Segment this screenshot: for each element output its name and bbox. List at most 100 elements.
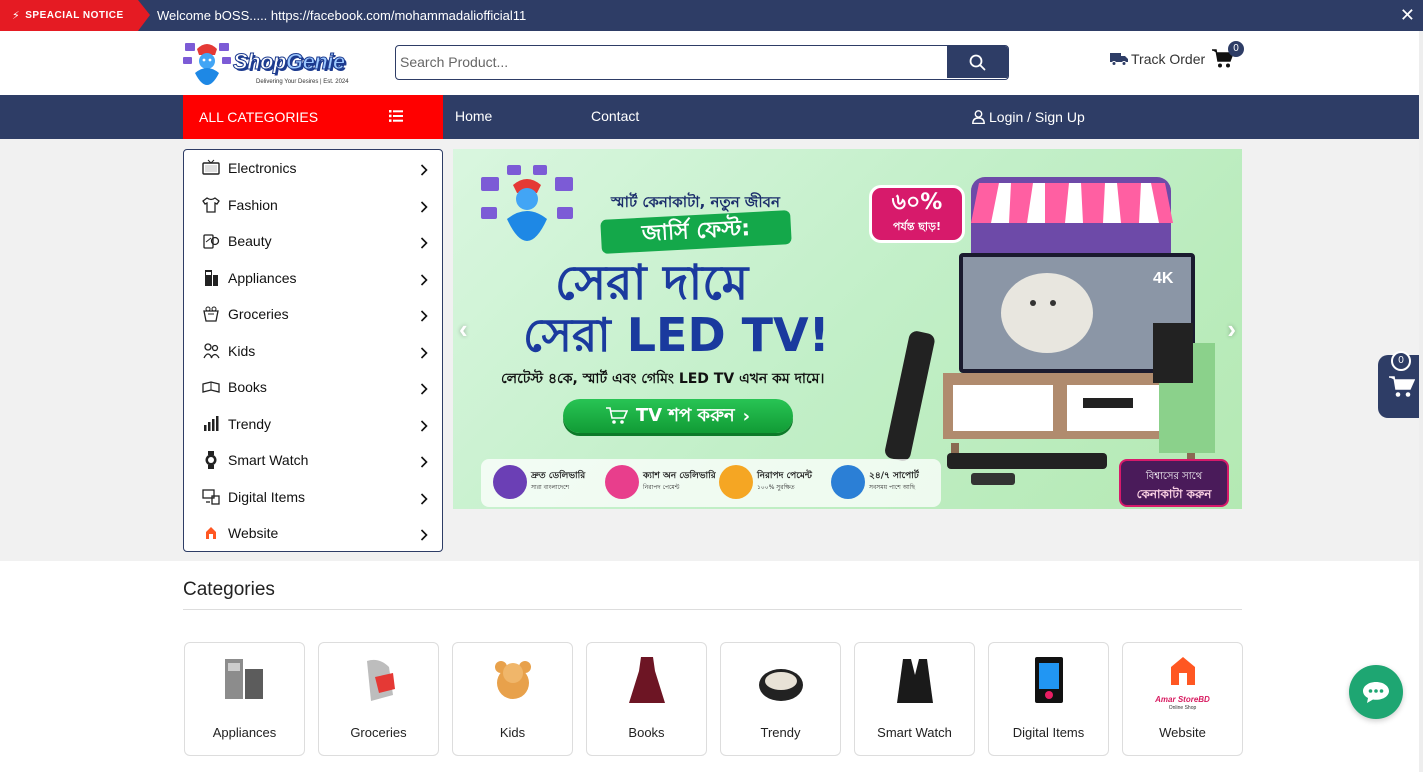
category-image [897, 659, 933, 703]
sidebar-item-kids[interactable]: Kids [184, 333, 442, 369]
sidebar-item-groceries[interactable]: Groceries [184, 296, 442, 332]
chevron-right-icon [420, 456, 428, 468]
truck-icon [1110, 53, 1128, 66]
website-logo-text: Amar StoreBD [1155, 695, 1210, 704]
nav-contact[interactable]: Contact [591, 95, 639, 139]
chevron-right-icon [420, 383, 428, 395]
feature-sub: ১০০% সুরক্ষিত [757, 484, 795, 491]
main-nav: ALL CATEGORIES Home Contact Login / Sign… [0, 95, 1423, 139]
sidebar-item-smart-watch[interactable]: Smart Watch [184, 442, 442, 478]
category-card-digital-items[interactable]: Digital Items [988, 642, 1109, 756]
category-image [759, 669, 803, 701]
sidebar-item-label: Groceries [228, 306, 289, 322]
trust-line-2: কেনাকাটা করুন [1136, 487, 1212, 501]
chevron-right-icon [420, 237, 428, 249]
category-card-label: Kids [499, 725, 526, 740]
header-cart-button[interactable]: 0 [1212, 41, 1246, 75]
close-icon[interactable]: ✕ [1400, 0, 1415, 31]
floating-cart-count: 0 [1391, 351, 1411, 371]
sidebar-item-books[interactable]: Books [184, 369, 442, 405]
sidebar-item-label: Fashion [228, 196, 278, 213]
tv-icon [202, 159, 220, 175]
beauty-icon [203, 234, 220, 249]
chat-button[interactable] [1349, 665, 1403, 719]
sidebar-item-label: Books [228, 379, 267, 395]
sidebar-item-label: Trendy [228, 415, 272, 432]
chevron-right-icon [420, 529, 428, 541]
sidebar-item-label: Appliances [228, 269, 297, 286]
category-image [367, 659, 395, 701]
category-card-appliances[interactable]: Appliances [184, 642, 305, 756]
sidebar-item-website[interactable]: Website [184, 515, 442, 551]
sidebar-item-label: Smart Watch [228, 452, 309, 468]
floating-cart-button[interactable]: 0 [1378, 351, 1423, 418]
search-icon [969, 54, 986, 70]
search-input[interactable] [396, 46, 948, 78]
sidebar-item-appliances[interactable]: Appliances [184, 260, 442, 296]
banner-next-arrow[interactable]: › [1227, 314, 1236, 345]
sidebar-item-label: Beauty [228, 233, 272, 249]
feature-sub: সবসময় পাশে আছি [869, 484, 916, 491]
cart-icon [605, 407, 628, 424]
chevron-right-icon [420, 492, 428, 505]
feature-title: দ্রুত ডেলিভারি [531, 471, 586, 481]
chevron-right-icon: › [742, 405, 751, 427]
sidebar-item-label: Kids [228, 342, 256, 359]
logo-tagline: Delivering Your Desires | Est. 2024 [256, 79, 349, 85]
category-card-website[interactable]: Amar StoreBD Online Shop Website [1122, 642, 1243, 756]
bolt-icon: ⚡ [12, 10, 21, 22]
banner-shop-tv-button[interactable]: TV শপ করুন › [563, 399, 793, 433]
sidebar-item-beauty[interactable]: Beauty [184, 223, 442, 259]
category-card-label: Smart Watch [877, 725, 952, 740]
sidebar-item-electronics[interactable]: Electronics [184, 150, 442, 186]
shopgenie-logo[interactable]: ShopGenie Delivering Your Desires | Est.… [183, 37, 363, 89]
nav-home[interactable]: Home [455, 95, 492, 139]
sidebar-item-label: Website [228, 525, 279, 541]
tv-4k-label: 4K [1153, 270, 1174, 287]
feature-icon [831, 465, 865, 499]
banner-prev-arrow[interactable]: ‹ [459, 314, 468, 345]
track-order-link[interactable]: Track Order [1110, 51, 1205, 67]
category-card-books[interactable]: Books [586, 642, 707, 756]
category-card-kids[interactable]: Kids [452, 642, 573, 756]
banner-feature: নিরাপদ পেমেন্ট ১০০% সুরক্ষিত [719, 465, 812, 499]
category-card-groceries[interactable]: Groceries [318, 642, 439, 756]
all-categories-button[interactable]: ALL CATEGORIES [183, 95, 443, 139]
watch-icon [205, 451, 217, 469]
feature-icon [719, 465, 753, 499]
sidebar-item-digital-items[interactable]: Digital Items [184, 479, 442, 515]
logo-brand: ShopGenie [233, 49, 346, 75]
banner-feature: দ্রুত ডেলিভারি সারা বাংলাদেশে [493, 465, 585, 499]
all-categories-label: ALL CATEGORIES [199, 109, 319, 125]
chevron-right-icon [420, 164, 428, 176]
site-header: ShopGenie Delivering Your Desires | Est.… [0, 31, 1423, 95]
kids-icon [203, 342, 220, 358]
banner-title-2: সেরা LED TV! [523, 308, 830, 362]
list-menu-icon [389, 110, 403, 122]
digital-icon [202, 488, 220, 505]
appliance-icon [205, 269, 218, 286]
feature-icon [493, 465, 527, 499]
category-card-smart-watch[interactable]: Smart Watch [854, 642, 975, 756]
track-order-label: Track Order [1131, 51, 1206, 67]
books-icon [202, 381, 220, 393]
category-image [495, 661, 531, 699]
sidebar-item-trendy[interactable]: Trendy [184, 406, 442, 442]
categories-section: Categories Appliances Groceries Kids Books T… [0, 561, 1423, 772]
login-signup-link[interactable]: Login / Sign Up [972, 95, 1085, 139]
category-card-label: Appliances [212, 725, 277, 740]
category-card-label: Digital Items [1012, 725, 1085, 740]
divider [183, 609, 1242, 610]
sidebar-item-label: Digital Items [228, 488, 306, 505]
user-icon [972, 110, 985, 124]
hero-banner[interactable]: স্মার্ট কেনাকাটা, নতুন জীবন জার্সি ফেস্ট… [453, 149, 1242, 509]
banner-cta-label: TV শপ করুন [635, 404, 735, 426]
search-button[interactable] [947, 46, 1008, 78]
category-card-label: Groceries [350, 725, 407, 740]
notice-tag-label: SPEACIAL NOTICE [25, 10, 124, 21]
shirt-icon [202, 196, 220, 213]
page-scrollbar[interactable] [1419, 31, 1423, 772]
sidebar-item-fashion[interactable]: Fashion [184, 187, 442, 223]
categories-title: Categories [183, 579, 275, 600]
category-card-trendy[interactable]: Trendy [720, 642, 841, 756]
